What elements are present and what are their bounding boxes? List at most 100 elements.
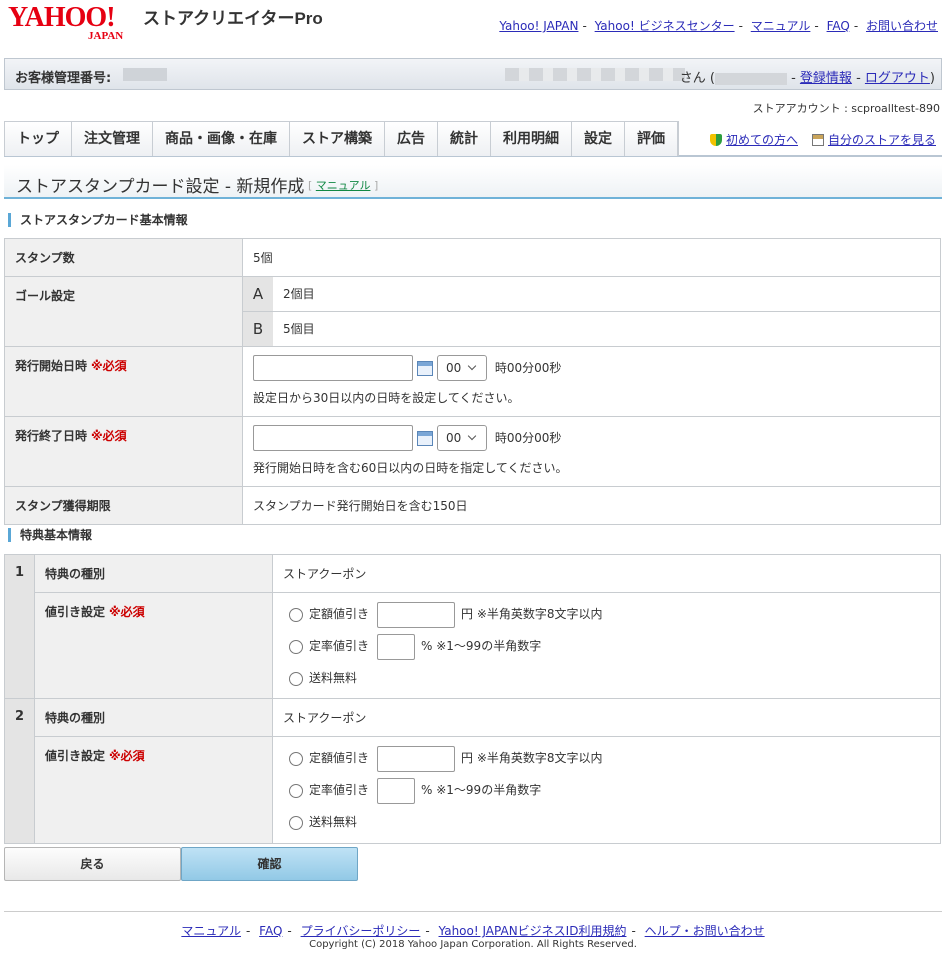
- radio-fixed-discount[interactable]: [289, 607, 303, 622]
- header: YAHOO! JAPAN ストアクリエイターPro Yahoo! JAPAN - …: [0, 0, 950, 58]
- tab-ads[interactable]: 広告: [385, 122, 438, 156]
- customer-bar: お客様管理番号: さん ( - 登録情報 - ログアウト): [4, 58, 942, 90]
- stamp-period-label: スタンプ獲得期限: [4, 486, 243, 525]
- redacted-customer-number: [123, 68, 167, 81]
- confirm-button[interactable]: 確認: [181, 847, 358, 881]
- logout-link[interactable]: ログアウト: [865, 71, 930, 86]
- tab-stats[interactable]: 統計: [438, 122, 491, 156]
- link-contact[interactable]: お問い合わせ: [866, 19, 938, 33]
- logo-sub: JAPAN: [88, 30, 124, 42]
- tab-settings[interactable]: 設定: [572, 122, 625, 156]
- page-header: ストアスタンプカード設定 - 新規作成 [ マニュアル ]: [4, 165, 942, 199]
- redacted-id: [714, 72, 787, 85]
- time-suffix: 時00分00秒: [494, 430, 562, 445]
- chevron-down-icon: [468, 431, 477, 441]
- manual-link-wrapper: [ マニュアル ]: [308, 179, 379, 192]
- start-date-input[interactable]: [253, 355, 413, 381]
- beginner-mark-icon: [709, 134, 722, 146]
- benefit-table-2: 2 特典の種別 ストアクーポン 値引き設定 ※必須 定額値引き円 ※半角英数字8文…: [4, 698, 941, 844]
- back-button[interactable]: 戻る: [4, 847, 181, 881]
- link-business-center[interactable]: Yahoo! ビジネスセンター: [595, 19, 735, 33]
- discount-setting-label: 値引き設定 ※必須: [34, 592, 273, 700]
- goal-row-a: A 2個目: [243, 277, 940, 312]
- benefit-type-label: 特典の種別: [34, 698, 273, 737]
- stamp-period-value: スタンプカード発行開始日を含む150日: [242, 486, 941, 525]
- radio-rate-discount[interactable]: [289, 639, 303, 654]
- tab-reviews[interactable]: 評価: [625, 122, 678, 156]
- store-account: ストアアカウント : scproalltest-890: [752, 102, 940, 115]
- product-name: ストアクリエイターPro: [143, 9, 323, 28]
- tab-products[interactable]: 商品・画像・在庫: [153, 122, 290, 156]
- start-date-label: 発行開始日時 ※必須: [4, 346, 243, 417]
- calendar-icon[interactable]: [417, 360, 433, 376]
- link-manual[interactable]: マニュアル: [751, 19, 811, 33]
- footer: マニュアル - FAQ - プライバシーポリシー - Yahoo! JAPANビジネス…: [4, 911, 942, 951]
- title-manual-link[interactable]: マニュアル: [316, 179, 371, 192]
- logo-main: YAHOO!: [8, 2, 116, 33]
- goal-key-b: B: [243, 312, 273, 346]
- start-date-field: 00 時00分00秒 設定日から30日以内の日時を設定してください。: [242, 346, 941, 417]
- benefit-type-value: ストアクーポン: [272, 698, 941, 737]
- end-date-field: 00 時00分00秒 発行開始日時を含む60日以内の日時を指定してください。: [242, 416, 941, 487]
- option-free-shipping: 送料無料: [289, 663, 930, 695]
- customer-number-label: お客様管理番号:: [15, 71, 112, 86]
- goal-label: ゴール設定: [4, 276, 243, 347]
- option-fixed: 定額値引き円 ※半角英数字8文字以内: [289, 599, 930, 631]
- link-yahoo-japan[interactable]: Yahoo! JAPAN: [499, 19, 578, 33]
- fixed-amount-input[interactable]: [377, 601, 456, 628]
- view-my-store-link[interactable]: 自分のストアを見る: [828, 133, 936, 147]
- stamp-count-label: スタンプ数: [4, 238, 243, 277]
- footer-privacy-link[interactable]: プライバシーポリシー: [301, 924, 421, 938]
- beginner-link[interactable]: 初めての方へ: [726, 133, 798, 147]
- goal-value-b: 5個目: [283, 322, 315, 336]
- fixed-amount-input[interactable]: [377, 745, 456, 772]
- radio-free-shipping[interactable]: [289, 815, 303, 830]
- stamp-count-value: 5個: [242, 238, 941, 277]
- rate-percent-input[interactable]: [377, 633, 416, 660]
- top-links: Yahoo! JAPAN - Yahoo! ビジネスセンター - マニュアル - FA…: [499, 19, 938, 33]
- footer-help-link[interactable]: ヘルプ・お問い合わせ: [645, 924, 765, 938]
- option-free-shipping: 送料無料: [289, 807, 930, 839]
- store-window-icon: [811, 134, 824, 146]
- start-hour-select[interactable]: 00: [437, 355, 487, 381]
- tab-orders[interactable]: 注文管理: [72, 122, 153, 156]
- tab-store-build[interactable]: ストア構築: [290, 122, 385, 156]
- discount-options: 定額値引き円 ※半角英数字8文字以内 定率値引き% ※1～99の半角数字 送料無…: [272, 736, 941, 844]
- option-rate: 定率値引き% ※1～99の半角数字: [289, 631, 930, 663]
- discount-setting-label: 値引き設定 ※必須: [34, 736, 273, 844]
- start-date-note: 設定日から30日以内の日時を設定してください。: [253, 391, 520, 405]
- footer-faq-link[interactable]: FAQ: [259, 924, 282, 938]
- goal-key-a: A: [243, 277, 273, 311]
- benefit-type-label: 特典の種別: [34, 554, 273, 593]
- footer-manual-link[interactable]: マニュアル: [181, 924, 241, 938]
- end-date-note: 発行開始日時を含む60日以内の日時を指定してください。: [253, 461, 568, 475]
- tab-top[interactable]: トップ: [5, 122, 72, 156]
- main-nav: トップ 注文管理 商品・画像・在庫 ストア構築 広告 統計 利用明細 設定 評価…: [4, 121, 942, 157]
- end-hour-select[interactable]: 00: [437, 425, 487, 451]
- benefit-table-1: 1 特典の種別 ストアクーポン 値引き設定 ※必須 定額値引き円 ※半角英数字8文…: [4, 554, 941, 700]
- end-date-input[interactable]: [253, 425, 413, 451]
- required-mark: ※必須: [91, 359, 127, 373]
- link-faq[interactable]: FAQ: [827, 19, 850, 33]
- time-suffix: 時00分00秒: [494, 360, 562, 375]
- footer-terms-link[interactable]: Yahoo! JAPANビジネスID利用規約: [439, 924, 627, 938]
- nav-extra-links: 初めての方へ 自分のストアを見る: [709, 131, 936, 148]
- radio-free-shipping[interactable]: [289, 671, 303, 686]
- calendar-icon[interactable]: [417, 430, 433, 446]
- option-fixed: 定額値引き円 ※半角英数字8文字以内: [289, 743, 930, 775]
- rate-percent-input[interactable]: [377, 777, 416, 804]
- chevron-down-icon: [468, 361, 477, 371]
- required-mark: ※必須: [91, 429, 127, 443]
- page-title: ストアスタンプカード設定 - 新規作成: [16, 177, 305, 197]
- radio-fixed-discount[interactable]: [289, 751, 303, 766]
- goal-row-b: B 5個目: [243, 312, 940, 346]
- required-mark: ※必須: [109, 605, 145, 619]
- basic-info-table: スタンプ数 5個 ゴール設定 A 2個目 B 5個目 発行開始日時 ※必須 00 …: [4, 238, 941, 525]
- register-info-link[interactable]: 登録情報: [800, 71, 852, 86]
- yahoo-japan-logo[interactable]: YAHOO! JAPAN: [8, 4, 140, 44]
- required-mark: ※必須: [109, 749, 145, 763]
- nav-tabs: トップ 注文管理 商品・画像・在庫 ストア構築 広告 統計 利用明細 設定 評価: [4, 121, 679, 156]
- radio-rate-discount[interactable]: [289, 783, 303, 798]
- benefit-number: 1: [4, 554, 35, 700]
- tab-billing[interactable]: 利用明細: [491, 122, 572, 156]
